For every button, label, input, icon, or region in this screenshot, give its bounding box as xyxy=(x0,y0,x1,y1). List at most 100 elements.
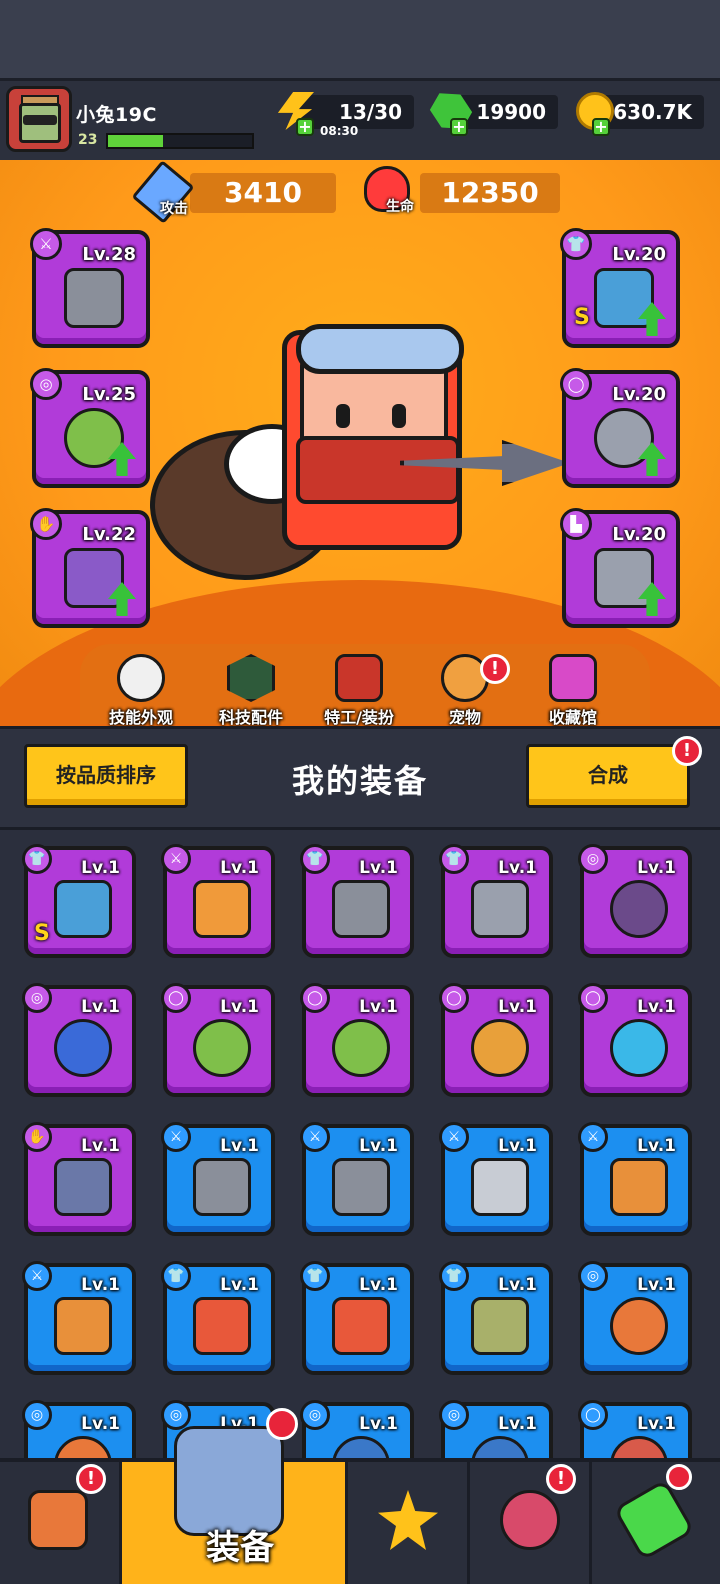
shortcut-tech-parts[interactable]: 科技配件 xyxy=(206,654,296,728)
inventory-item-armor[interactable]: 👕 Lv.1 xyxy=(300,844,414,958)
nav-tab-battle[interactable] xyxy=(348,1462,470,1584)
armor-item-icon xyxy=(332,1297,390,1355)
item-level: Lv.1 xyxy=(498,1136,537,1156)
ring-type-icon: ◎ xyxy=(30,368,62,400)
ring-item-icon xyxy=(54,1436,112,1460)
hp-value: 12350 xyxy=(420,173,560,213)
equip-slot-glove[interactable]: ✋ Lv.22 xyxy=(30,508,150,628)
shortcut-skill-skin[interactable]: 技能外观 xyxy=(96,654,186,728)
inventory-item-belt[interactable]: ◯ Lv.1 xyxy=(578,983,692,1097)
equip-slot-ring[interactable]: ◎ Lv.25 xyxy=(30,368,150,488)
ring-type-icon: ◎ xyxy=(300,1400,330,1430)
item-level: Lv.1 xyxy=(81,1275,120,1295)
item-level: Lv.1 xyxy=(81,1414,120,1434)
agent-outfit-icon xyxy=(335,654,383,702)
equip-slot-level: Lv.20 xyxy=(612,524,666,545)
weapon-item-icon xyxy=(54,1297,112,1355)
inventory-item-belt[interactable]: ◯ Lv.1 xyxy=(578,1400,692,1460)
merge-button[interactable]: 合成 xyxy=(526,744,690,808)
inventory-item-armor[interactable]: 👕 Lv.1 xyxy=(300,1261,414,1375)
inventory-item-weapon[interactable]: ⚔ Lv.1 xyxy=(439,1122,553,1236)
inventory-item-ring[interactable]: ◎ Lv.1 xyxy=(578,1261,692,1375)
kunai-icon xyxy=(64,268,124,328)
armor-type-icon: 👕 xyxy=(439,844,469,874)
equip-slot-boots[interactable]: ▙ Lv.20 xyxy=(560,508,680,628)
pet-notice-badge: ! xyxy=(480,654,510,684)
add-coins-button[interactable]: + xyxy=(592,118,610,136)
ring-item-icon xyxy=(332,1436,390,1460)
armor-item-icon xyxy=(193,1297,251,1355)
belt-item-icon xyxy=(610,1019,668,1077)
item-level: Lv.1 xyxy=(220,997,259,1017)
inventory-item-belt[interactable]: ◯ Lv.1 xyxy=(161,983,275,1097)
weapon-item-icon xyxy=(193,1158,251,1216)
equip-slot-armor[interactable]: 👕 Lv.20 S xyxy=(560,228,680,348)
inventory-item-armor[interactable]: 👕 Lv.1 xyxy=(439,844,553,958)
status-strip xyxy=(0,0,720,78)
inventory-grid: 👕 Lv.1 S ⚔ Lv.1 👕 Lv.1 👕 Lv.1 ◎ Lv.1 ◎ Lv.1 ◯ Lv.1 ◯ Lv.… xyxy=(0,830,720,1460)
shortcut-label: 技能外观 xyxy=(108,708,173,727)
weapon-item-icon xyxy=(193,880,251,938)
shop-notice-badge: ! xyxy=(76,1464,106,1494)
inventory-item-glove[interactable]: ✋ Lv.1 xyxy=(22,1122,136,1236)
shop-icon xyxy=(28,1490,88,1550)
skill-skin-icon xyxy=(117,654,165,702)
inventory-item-armor[interactable]: 👕 Lv.1 S xyxy=(22,844,136,958)
inventory-item-belt[interactable]: ◯ Lv.1 xyxy=(439,983,553,1097)
ring-item-icon xyxy=(471,1436,529,1460)
inventory-item-armor[interactable]: 👕 Lv.1 xyxy=(439,1261,553,1375)
inventory-item-ring[interactable]: ◎ Lv.1 xyxy=(439,1400,553,1460)
inventory-item-ring[interactable]: ◎ Lv.1 xyxy=(300,1400,414,1460)
inventory-item-weapon[interactable]: ⚔ Lv.1 xyxy=(578,1122,692,1236)
belt-type-icon: ◯ xyxy=(439,983,469,1013)
add-energy-button[interactable]: + xyxy=(296,118,314,136)
item-level: Lv.1 xyxy=(81,997,120,1017)
equip-slot-weapon[interactable]: ⚔ Lv.28 xyxy=(30,228,150,348)
avatar[interactable] xyxy=(6,86,72,152)
inventory-item-belt[interactable]: ◯ Lv.1 xyxy=(300,983,414,1097)
belt-item-icon xyxy=(193,1019,251,1077)
item-level: Lv.1 xyxy=(359,1275,398,1295)
evolution-upgrade-badge xyxy=(666,1464,692,1490)
armor-type-icon: 👕 xyxy=(439,1261,469,1291)
inventory-item-weapon[interactable]: ⚔ Lv.1 xyxy=(161,1122,275,1236)
inventory-item-weapon[interactable]: ⚔ Lv.1 xyxy=(161,844,275,958)
item-level: Lv.1 xyxy=(359,858,398,878)
item-level: Lv.1 xyxy=(220,1136,259,1156)
nav-label-equipment: 装备 xyxy=(206,1528,274,1568)
energy-timer: 08:30 xyxy=(320,124,359,138)
inventory-item-ring[interactable]: ◎ Lv.1 xyxy=(22,1400,136,1460)
ring-item-icon xyxy=(610,1297,668,1355)
shortcut-agent-outfit[interactable]: 特工/装扮 xyxy=(314,654,404,728)
inventory-item-armor[interactable]: 👕 Lv.1 xyxy=(161,1261,275,1375)
coin-counter[interactable]: 630.7K xyxy=(600,95,704,129)
inventory-item-weapon[interactable]: ⚔ Lv.1 xyxy=(22,1261,136,1375)
item-level: Lv.1 xyxy=(498,1414,537,1434)
nav-tab-evolution[interactable] xyxy=(592,1462,720,1584)
weapon-type-icon: ⚔ xyxy=(161,1122,191,1152)
equip-slot-level: Lv.28 xyxy=(82,244,136,265)
equip-slot-belt[interactable]: ◯ Lv.20 xyxy=(560,368,680,488)
hero-eye-right xyxy=(392,404,406,428)
belt-type-icon: ◯ xyxy=(161,983,191,1013)
evolution-icon xyxy=(613,1479,695,1561)
inventory-item-ring[interactable]: ◎ Lv.1 xyxy=(22,983,136,1097)
sort-by-quality-button[interactable]: 按品质排序 xyxy=(24,744,188,808)
ring-type-icon: ◎ xyxy=(578,1261,608,1291)
item-level: Lv.1 xyxy=(220,858,259,878)
inventory-item-weapon[interactable]: ⚔ Lv.1 xyxy=(300,1122,414,1236)
inventory-item-ring[interactable]: ◎ Lv.1 xyxy=(578,844,692,958)
battle-icon xyxy=(378,1490,438,1550)
collection-icon xyxy=(549,654,597,702)
belt-item-icon xyxy=(332,1019,390,1077)
ring-type-icon: ◎ xyxy=(161,1400,191,1430)
item-level: Lv.1 xyxy=(359,1414,398,1434)
shortcut-collection[interactable]: 收藏馆 xyxy=(528,654,618,728)
shortcut-label: 科技配件 xyxy=(218,708,283,727)
item-level: Lv.1 xyxy=(498,858,537,878)
weapon-type-icon: ⚔ xyxy=(30,228,62,260)
add-gems-button[interactable]: + xyxy=(450,118,468,136)
belt-type-icon: ◯ xyxy=(578,1400,608,1430)
talent-notice-badge: ! xyxy=(546,1464,576,1494)
armor-type-icon: 👕 xyxy=(22,844,52,874)
